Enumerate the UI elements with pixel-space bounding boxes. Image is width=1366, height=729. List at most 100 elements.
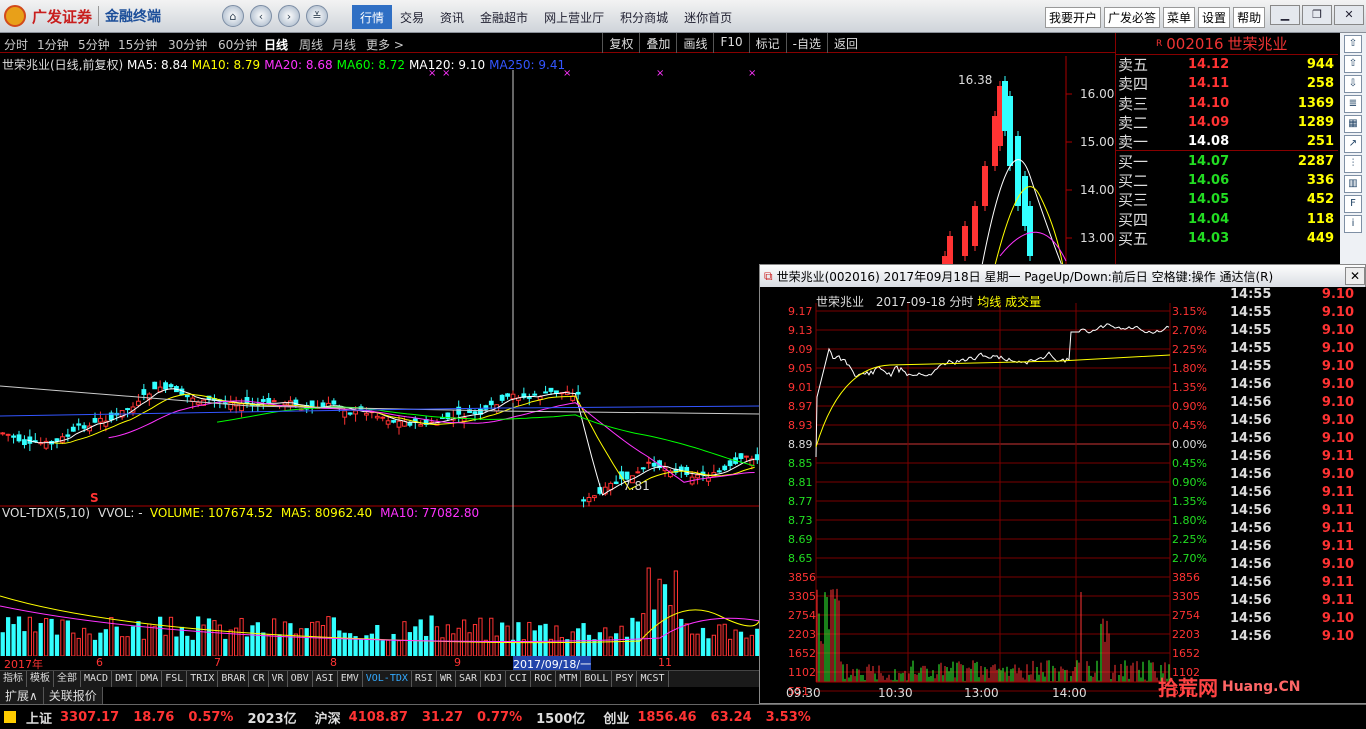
period-4[interactable]: 30分钟 xyxy=(168,36,207,53)
indicator-tab-dma[interactable]: DMA xyxy=(137,671,163,687)
order-row: 卖四 14.11 258 xyxy=(1116,74,1338,93)
candle xyxy=(423,415,429,427)
tool-button-3[interactable]: F10 xyxy=(713,33,748,53)
home-icon[interactable]: ⌂ xyxy=(222,5,244,27)
indicator-tab-模板[interactable]: 模板 xyxy=(27,671,54,687)
tool-button-1[interactable]: 叠加 xyxy=(639,33,676,53)
minimize-icon[interactable]: ▁ xyxy=(1270,5,1300,25)
top-button-1[interactable]: 广发必答 xyxy=(1104,7,1161,28)
kline-icon[interactable]: ⫶ xyxy=(1344,155,1362,173)
menu-item-2[interactable]: 资讯 xyxy=(432,5,472,29)
indicator-tab-cci[interactable]: CCI xyxy=(506,671,532,687)
indicator-tab-kdj[interactable]: KDJ xyxy=(481,671,507,687)
indicator-tab-vol-tdx[interactable]: VOL-TDX xyxy=(363,671,412,687)
f10-icon[interactable]: F xyxy=(1344,195,1362,213)
tick-price: 9.11 xyxy=(1321,485,1354,500)
top-button-0[interactable]: 我要开户 xyxy=(1045,7,1102,28)
menu-item-3[interactable]: 金融超市 xyxy=(472,5,536,29)
back-icon[interactable]: ‹ xyxy=(250,5,272,27)
stock-code: 002016 xyxy=(1166,34,1224,53)
candle xyxy=(76,418,82,431)
period-8[interactable]: 月线 xyxy=(332,36,356,53)
tick-price: 9.10 xyxy=(1321,359,1354,374)
period-7[interactable]: 周线 xyxy=(299,36,323,53)
period-1[interactable]: 1分钟 xyxy=(37,36,69,53)
period-5[interactable]: 60分钟 xyxy=(218,36,257,53)
indicator-tab-trix[interactable]: TRIX xyxy=(187,671,219,687)
candle xyxy=(385,416,391,429)
price-axis-label: 8.77 xyxy=(788,495,813,508)
indicator-tab-brar[interactable]: BRAR xyxy=(218,671,250,687)
indicator-tab-rsi[interactable]: RSI xyxy=(412,671,437,687)
indicator-tab-obv[interactable]: OBV xyxy=(288,671,313,687)
up-icon[interactable]: ⇧ xyxy=(1344,55,1362,73)
indicator-tab-boll[interactable]: BOLL xyxy=(581,671,613,687)
volume-bar xyxy=(657,578,662,656)
index-name[interactable]: 创业 xyxy=(603,708,629,727)
menu-item-1[interactable]: 交易 xyxy=(392,5,432,29)
tool-button-0[interactable]: 复权 xyxy=(602,33,639,53)
indicator-tab-wr[interactable]: WR xyxy=(437,671,457,687)
trend-icon[interactable]: ↗ xyxy=(1344,135,1362,153)
menu-item-0[interactable]: 行情 xyxy=(352,5,393,29)
list-icon[interactable]: ≣ xyxy=(1344,95,1362,113)
volume-bar xyxy=(282,621,288,656)
indicator-tab-fsl[interactable]: FSL xyxy=(162,671,188,687)
tick-list: 14:55 9.10 14:55 9.10 14:55 9.10 14:55 9.10 14:5… xyxy=(1224,287,1366,703)
bottom-tab-0[interactable]: 扩展∧ xyxy=(0,687,44,704)
candle xyxy=(727,458,733,470)
volume-bar xyxy=(320,625,326,656)
intraday-chart[interactable]: 9.17 3.15% 9.13 2.70% 9.09 2.25% 9.05 1.80% 9.01… xyxy=(760,287,1224,703)
top-button-3[interactable]: 设置 xyxy=(1198,7,1231,28)
info-icon[interactable]: i xyxy=(1344,215,1362,233)
tool-button-2[interactable]: 画线 xyxy=(676,33,713,53)
tool-button-4[interactable]: 标记 xyxy=(748,33,786,53)
grid-icon[interactable]: ▦ xyxy=(1344,115,1362,133)
tool-button-6[interactable]: 返回 xyxy=(826,33,864,53)
indicator-tab-psy[interactable]: PSY xyxy=(612,671,638,687)
period-6[interactable]: 日线 xyxy=(264,36,288,53)
top-button-2[interactable]: 菜单 xyxy=(1163,7,1196,28)
indicator-tab-指标[interactable]: 指标 xyxy=(0,671,27,687)
bar-icon[interactable]: ▥ xyxy=(1344,175,1362,193)
indicator-tab-mcst[interactable]: MCST xyxy=(637,671,669,687)
indicator-tab-mtm[interactable]: MTM xyxy=(556,671,582,687)
price-tick-0: 16.00 xyxy=(1080,87,1114,101)
menu-item-6[interactable]: 迷你首页 xyxy=(676,5,740,29)
indicator-tab-dmi[interactable]: DMI xyxy=(112,671,138,687)
indicator-tab-emv[interactable]: EMV xyxy=(338,671,363,687)
menu-item-4[interactable]: 网上营业厅 xyxy=(536,5,612,29)
forward-icon[interactable]: › xyxy=(278,5,300,27)
volume-bar xyxy=(76,637,81,656)
order-label: 买四 xyxy=(1118,210,1149,229)
menu-item-5[interactable]: 积分商城 xyxy=(612,5,676,29)
indicator-tab-asi[interactable]: ASI xyxy=(313,671,338,687)
candle xyxy=(706,472,711,486)
intraday-popup[interactable]: ⧉ 世荣兆业(002016) 2017年09月18日 星期一 PageUp/Do… xyxy=(759,264,1366,704)
down-icon[interactable]: ⇩ xyxy=(1344,75,1362,93)
up-arrow-icon[interactable]: ⇧ xyxy=(1344,35,1362,53)
period-2[interactable]: 5分钟 xyxy=(78,36,110,53)
close-icon[interactable]: ✕ xyxy=(1334,5,1364,25)
index-name[interactable]: 沪深 xyxy=(315,708,341,727)
indicator-tab-macd[interactable]: MACD xyxy=(81,671,113,687)
indicator-tab-roc[interactable]: ROC xyxy=(531,671,557,687)
vol-axis-label: 2754 xyxy=(788,609,816,622)
popup-close-icon[interactable]: ✕ xyxy=(1345,267,1365,285)
top-button-4[interactable]: 帮助 xyxy=(1233,7,1266,28)
period-0[interactable]: 分时 xyxy=(4,36,28,53)
restore-icon[interactable]: ❐ xyxy=(1302,5,1332,25)
bottom-tab-1[interactable]: 关联报价 xyxy=(44,687,103,704)
pct-axis-label: 0.45% xyxy=(1172,419,1207,432)
candle xyxy=(70,423,76,432)
indicator-tab-cr[interactable]: CR xyxy=(249,671,269,687)
index-name[interactable]: 上证 xyxy=(26,708,52,727)
indicator-tab-vr[interactable]: VR xyxy=(269,671,288,687)
order-row: 卖一 14.08 251 xyxy=(1116,132,1338,152)
period-9[interactable]: 更多 > xyxy=(366,36,404,53)
indicator-tab-sar[interactable]: SAR xyxy=(456,671,482,687)
period-3[interactable]: 15分钟 xyxy=(118,36,157,53)
indicator-tab-全部[interactable]: 全部 xyxy=(54,671,81,687)
tool-button-5[interactable]: -自选 xyxy=(785,33,827,53)
collapse-icon[interactable]: ≚ xyxy=(306,5,328,27)
